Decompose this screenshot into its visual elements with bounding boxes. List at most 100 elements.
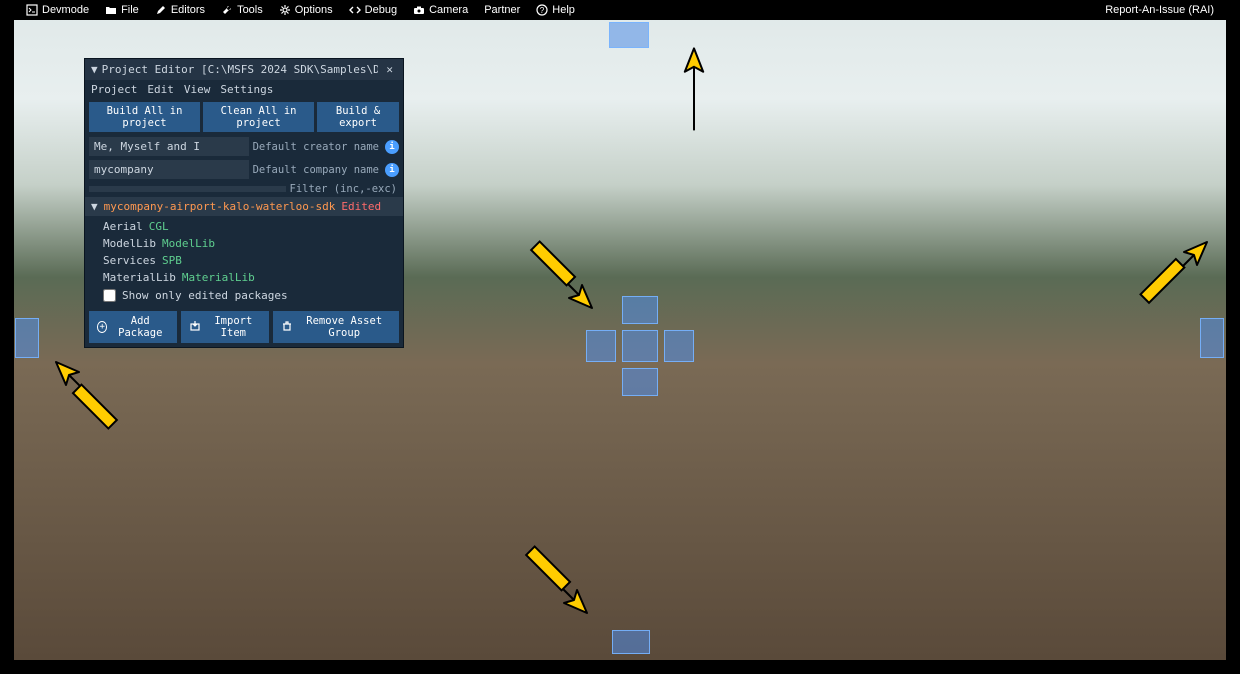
folder-icon [105, 4, 117, 16]
clean-all-button[interactable]: Clean All in project [203, 102, 314, 132]
devmode-icon [26, 4, 38, 16]
devmode-label: Devmode [42, 4, 89, 16]
file-label: File [121, 4, 139, 16]
report-label: Report-An-Issue (RAI) [1105, 4, 1214, 16]
annotation-arrow [519, 545, 599, 625]
trash-icon [281, 320, 293, 335]
panel-bottom-bar: + Add Package Import Item Remove Asset G… [85, 307, 403, 347]
dock-target-top[interactable] [609, 22, 649, 48]
file-menu[interactable]: File [99, 4, 145, 16]
project-editor-panel[interactable]: ▼ Project Editor [C:\MSFS 2024 SDK\Sampl… [84, 58, 404, 348]
show-edited-checkbox[interactable] [103, 289, 116, 302]
filter-input[interactable] [89, 186, 286, 192]
wrench-icon [221, 4, 233, 16]
build-all-button[interactable]: Build All in project [89, 102, 200, 132]
dock-target-left[interactable] [15, 318, 39, 358]
dock-target-center-west[interactable] [586, 330, 616, 362]
creator-row: Me, Myself and I Default creator name i [85, 135, 403, 158]
company-row: mycompany Default company name i [85, 158, 403, 181]
asset-tree: Aerial CGL ModelLib ModelLib Services SP… [85, 216, 403, 307]
help-label: Help [552, 4, 575, 16]
asset-type: ModelLib [162, 237, 215, 250]
dock-target-bottom[interactable] [612, 630, 650, 654]
creator-input[interactable]: Me, Myself and I [89, 137, 249, 156]
collapse-icon[interactable]: ▼ [91, 63, 98, 76]
edited-tag: Edited [341, 200, 381, 213]
filter-row: Filter (inc,-exc) [85, 181, 403, 197]
devmode-menu[interactable]: Devmode [20, 4, 95, 16]
package-header[interactable]: ▼ mycompany-airport-kalo-waterloo-sdk Ed… [85, 197, 403, 216]
info-icon[interactable]: i [385, 163, 399, 177]
asset-name: Services [103, 254, 156, 267]
panel-menu: Project Edit View Settings [85, 80, 403, 99]
main-menubar: Devmode File Editors Tools Options [14, 0, 1226, 20]
creator-label: Default creator name [253, 141, 381, 153]
dock-target-center-east[interactable] [664, 330, 694, 362]
filter-label: Filter (inc,-exc) [290, 183, 399, 195]
company-input[interactable]: mycompany [89, 160, 249, 179]
menu-settings[interactable]: Settings [220, 83, 273, 96]
gear-icon [279, 4, 291, 16]
plus-icon: + [97, 321, 107, 333]
partner-label: Partner [484, 4, 520, 16]
camera-label: Camera [429, 4, 468, 16]
menu-edit[interactable]: Edit [147, 83, 174, 96]
report-issue[interactable]: Report-An-Issue (RAI) [1099, 4, 1220, 16]
dock-target-center[interactable] [622, 330, 658, 362]
editors-menu[interactable]: Editors [149, 4, 211, 16]
remove-asset-label: Remove Asset Group [297, 315, 391, 339]
asset-type: CGL [149, 220, 169, 233]
annotation-arrow [44, 350, 124, 430]
pencil-icon [155, 4, 167, 16]
tree-item[interactable]: Services SPB [85, 252, 403, 269]
options-label: Options [295, 4, 333, 16]
tree-item[interactable]: Aerial CGL [85, 218, 403, 235]
import-item-button[interactable]: Import Item [181, 311, 269, 343]
show-edited-label: Show only edited packages [122, 289, 288, 302]
import-item-label: Import Item [205, 315, 261, 339]
annotation-arrow [637, 31, 750, 144]
asset-name: Aerial [103, 220, 143, 233]
partner-menu[interactable]: Partner [478, 4, 526, 16]
svg-text:?: ? [540, 6, 545, 15]
remove-asset-button[interactable]: Remove Asset Group [273, 311, 399, 343]
close-icon[interactable]: ✕ [382, 63, 397, 76]
help-icon: ? [536, 4, 548, 16]
code-icon [349, 4, 361, 16]
import-icon [189, 320, 201, 335]
help-menu[interactable]: ? Help [530, 4, 581, 16]
dock-target-center-south[interactable] [622, 368, 658, 396]
annotation-arrow [1139, 230, 1219, 310]
panel-action-row: Build All in project Clean All in projec… [85, 99, 403, 135]
expand-icon[interactable]: ▼ [91, 200, 98, 213]
menu-project[interactable]: Project [91, 83, 137, 96]
annotation-arrow [524, 240, 604, 320]
menu-view[interactable]: View [184, 83, 211, 96]
asset-type: MaterialLib [182, 271, 255, 284]
show-edited-row[interactable]: Show only edited packages [85, 286, 403, 305]
tree-item[interactable]: ModelLib ModelLib [85, 235, 403, 252]
add-package-button[interactable]: + Add Package [89, 311, 177, 343]
viewport: Devmode File Editors Tools Options [14, 0, 1226, 660]
dock-target-right[interactable] [1200, 318, 1224, 358]
asset-type: SPB [162, 254, 182, 267]
panel-titlebar[interactable]: ▼ Project Editor [C:\MSFS 2024 SDK\Sampl… [85, 59, 403, 80]
tools-menu[interactable]: Tools [215, 4, 269, 16]
debug-label: Debug [365, 4, 397, 16]
build-export-button[interactable]: Build & export [317, 102, 399, 132]
dock-target-center-north[interactable] [622, 296, 658, 324]
panel-title-text: Project Editor [C:\MSFS 2024 SDK\Samples… [102, 63, 379, 76]
camera-icon [413, 4, 425, 16]
options-menu[interactable]: Options [273, 4, 339, 16]
editors-label: Editors [171, 4, 205, 16]
add-package-label: Add Package [111, 315, 169, 339]
info-icon[interactable]: i [385, 140, 399, 154]
camera-menu[interactable]: Camera [407, 4, 474, 16]
asset-name: ModelLib [103, 237, 156, 250]
package-name: mycompany-airport-kalo-waterloo-sdk [104, 200, 336, 213]
debug-menu[interactable]: Debug [343, 4, 403, 16]
tools-label: Tools [237, 4, 263, 16]
company-label: Default company name [253, 164, 381, 176]
asset-name: MaterialLib [103, 271, 176, 284]
tree-item[interactable]: MaterialLib MaterialLib [85, 269, 403, 286]
